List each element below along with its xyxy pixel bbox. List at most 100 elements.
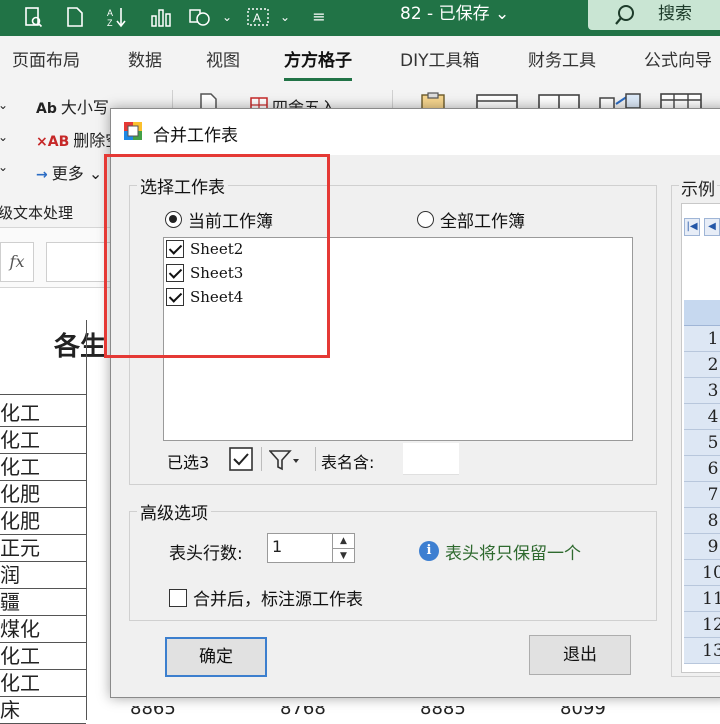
exit-button[interactable]: 退出 (529, 635, 631, 675)
textbox-icon[interactable]: A (246, 6, 269, 28)
sample-row-header: 2 (684, 352, 720, 378)
radio-current-workbook[interactable]: 当前工作簿 (165, 207, 273, 232)
sample-row-header: 11 (684, 586, 720, 612)
checkbox-unchecked-icon[interactable] (169, 588, 187, 607)
table-cell[interactable]: 化工 (0, 454, 86, 481)
sample-row-header: 1 (684, 326, 720, 352)
tab-fangfang-gezi[interactable]: 方方格子 (284, 46, 352, 81)
select-all-checkbox-icon[interactable] (229, 447, 253, 475)
tab-formula-wizard[interactable]: 公式向导 (644, 46, 712, 71)
header-rows-label: 表头行数: (169, 544, 243, 564)
first-sheet-icon[interactable]: |◀ (684, 218, 700, 236)
table-cell[interactable]: 润 (0, 562, 86, 589)
sample-row-header: 10 (684, 560, 720, 586)
info-text: 表头将只保留一个 (445, 544, 581, 564)
collapse-chevron-icon: ⌄ (0, 160, 9, 174)
tab-data[interactable]: 数据 (128, 46, 162, 71)
delete-space-button[interactable]: ×AB 删除空 (36, 127, 121, 151)
excel-title-bar: AZ ⌄ A ⌄ ≡ 82 - 已保存 ⌄ 搜索 (0, 0, 720, 36)
sheet-title-cell[interactable]: 各生 (54, 326, 106, 363)
search-box[interactable]: 搜索 (588, 0, 720, 30)
previous-sheet-icon[interactable]: ◀ (704, 218, 720, 236)
sheet-name: Sheet4 (190, 288, 244, 306)
chart-icon[interactable] (150, 6, 172, 28)
sample-column-header (684, 300, 720, 326)
checkbox-checked-icon[interactable] (166, 288, 184, 306)
radio-all-workbooks[interactable]: 全部工作簿 (417, 207, 525, 232)
table-cell[interactable]: 8099 (560, 706, 606, 719)
header-rows-stepper[interactable]: 1 ▲ ▼ (267, 533, 355, 563)
sheet-list-item[interactable]: Sheet3 (166, 264, 243, 282)
tab-page-layout[interactable]: 页面布局 (12, 46, 80, 71)
shapes-icon[interactable] (188, 6, 210, 28)
table-cell[interactable]: 化工 (0, 400, 86, 427)
sheet-list-item[interactable]: Sheet2 (166, 240, 243, 258)
table-cell[interactable]: 化工 (0, 427, 86, 454)
table-cell[interactable]: 正元 (0, 535, 86, 562)
footer-separator (261, 447, 262, 471)
table-cell[interactable]: 8768 (280, 706, 326, 719)
ok-button[interactable]: 确定 (165, 637, 267, 677)
tab-view[interactable]: 视图 (206, 46, 240, 71)
selected-count: 已选3 (167, 453, 210, 472)
textbox-dropdown-icon[interactable]: ⌄ (274, 6, 296, 28)
table-cell[interactable]: 化肥 (0, 481, 86, 508)
insert-function-icon[interactable]: fx (0, 242, 34, 282)
shapes-dropdown-icon[interactable]: ⌄ (216, 6, 238, 28)
sample-row-header: 9 (684, 534, 720, 560)
table-cell[interactable]: 疆 (0, 589, 86, 616)
customize-toolbar-icon[interactable]: ≡ (308, 6, 330, 28)
more-button[interactable]: → 更多 ⌄ (36, 160, 102, 184)
collapse-chevron-icon: ⌄ (0, 98, 9, 112)
dialog-title-bar: 合并工作表 (111, 109, 720, 155)
more-label: 更多 ⌄ (51, 164, 103, 183)
table-cell[interactable] (0, 368, 86, 395)
sheet-list-item[interactable]: Sheet4 (166, 288, 243, 306)
sheet-list[interactable]: Sheet2 Sheet3 Sheet4 (163, 237, 633, 441)
search-label: 搜索 (658, 4, 692, 24)
document-title: 82 - 已保存 ⌄ (400, 4, 510, 24)
search-icon (614, 4, 636, 26)
info-icon: i (419, 541, 439, 561)
table-name-filter-input[interactable] (403, 443, 459, 475)
sample-group-label: 示例 (679, 175, 717, 200)
grid-line (86, 320, 87, 720)
table-cell[interactable]: 化工 (0, 643, 86, 670)
tab-finance-tools[interactable]: 财务工具 (528, 46, 596, 71)
checkbox-checked-icon[interactable] (166, 264, 184, 282)
footer-separator (315, 447, 316, 471)
arrow-right-icon: → (36, 167, 48, 183)
collapse-chevron-icon: ⌄ (0, 130, 9, 144)
merge-annotate-source-option[interactable]: 合并后，标注源工作表 (169, 585, 363, 610)
stepper-down-icon[interactable]: ▼ (332, 548, 354, 562)
sheet-name: Sheet3 (190, 264, 244, 282)
ribbon-tab-bar: 页面布局 数据 视图 方方格子 DIY工具箱 财务工具 公式向导 (0, 36, 720, 82)
sheet-list-footer: 已选3 表名含: (163, 443, 633, 475)
case-icon: Ab (36, 101, 57, 117)
merge-annotate-source-label: 合并后，标注源工作表 (193, 590, 363, 610)
sample-row-header: 7 (684, 482, 720, 508)
sort-az-icon[interactable]: AZ (106, 6, 128, 28)
table-cell[interactable]: 煤化 (0, 616, 86, 643)
advanced-options-group-label: 高级选项 (137, 499, 211, 524)
svg-text:A: A (107, 8, 113, 18)
new-document-icon[interactable] (64, 6, 86, 28)
radio-selected-icon (165, 211, 182, 228)
svg-text:A: A (253, 11, 261, 25)
table-cell[interactable]: 化肥 (0, 508, 86, 535)
print-preview-icon[interactable] (22, 6, 44, 28)
checkbox-checked-icon[interactable] (166, 240, 184, 258)
table-name-label: 表名含: (321, 453, 375, 472)
filter-icon[interactable] (268, 449, 301, 475)
table-cell[interactable]: 8885 (420, 706, 466, 719)
dialog-title: 合并工作表 (153, 126, 238, 146)
app-logo-icon (123, 121, 143, 141)
table-cell[interactable]: 8865 (130, 706, 176, 719)
sample-row-header: 4 (684, 404, 720, 430)
tab-diy-toolbox[interactable]: DIY工具箱 (400, 46, 480, 71)
stepper-up-icon[interactable]: ▲ (332, 534, 354, 548)
table-cell[interactable]: 化工 (0, 670, 86, 697)
radio-all-label: 全部工作簿 (440, 212, 525, 232)
header-rows-value[interactable]: 1 (272, 537, 282, 556)
sample-row-header: 3 (684, 378, 720, 404)
